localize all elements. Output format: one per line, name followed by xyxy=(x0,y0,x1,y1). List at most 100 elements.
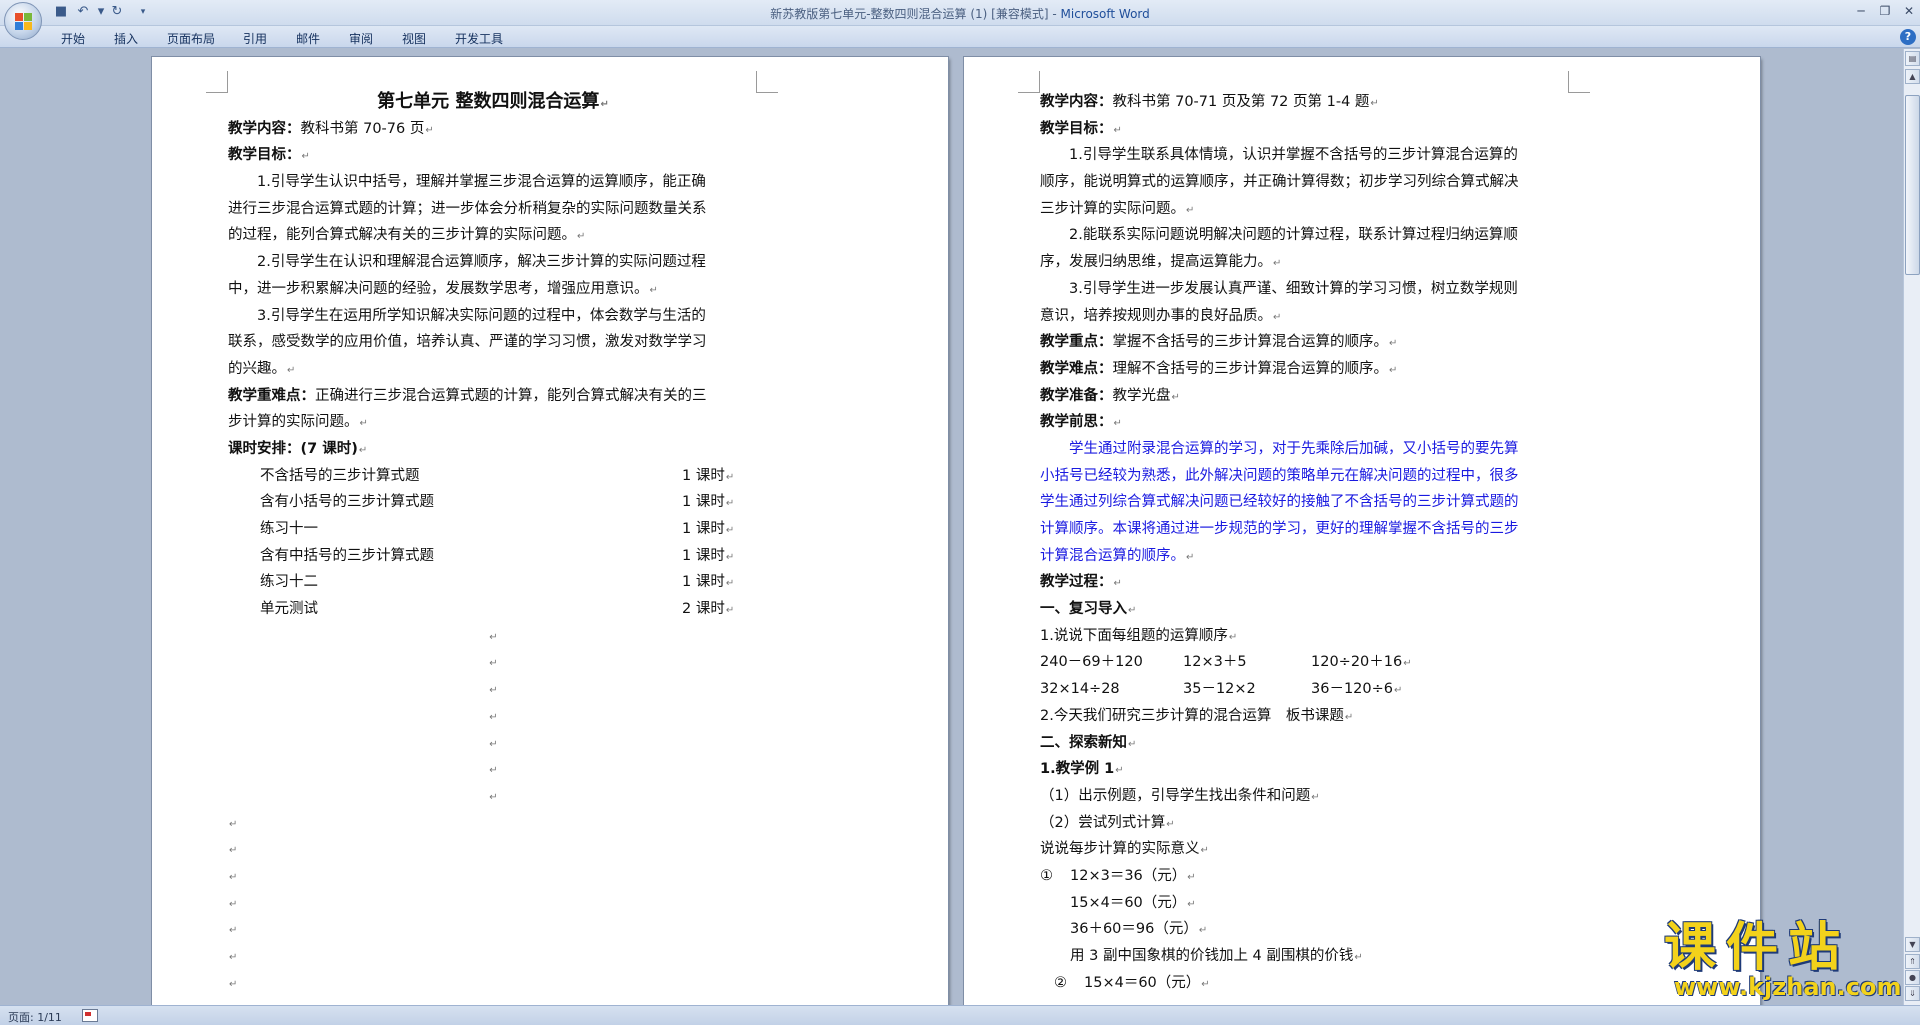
schedule-row: 不含括号的三步计算式题 1 课时↵ xyxy=(260,467,735,484)
hard-point: 教学难点：理解不含括号的三步计算混合运算的顺序。↵ xyxy=(1040,360,1398,377)
review-heading: 一、复习导入↵ xyxy=(1040,601,1137,618)
goals-heading: 教学目标：↵ xyxy=(228,147,310,164)
watermark-text: 课件站 xyxy=(1664,918,1851,978)
goal-line: 2.引导学生在认识和理解混合运算顺序，解决三步计算的实际问题过程 xyxy=(257,254,706,271)
office-logo-icon xyxy=(15,13,33,31)
restore-icon[interactable]: ❐ xyxy=(1872,3,1898,19)
difficulty-line: 教学重难点：正确进行三步混合运算式题的计算，能列合算式解决有关的三 xyxy=(228,387,707,404)
pre-thinking-line: 计算混合运算的顺序。↵ xyxy=(1040,547,1195,564)
exercise: 35－12×2 xyxy=(1183,681,1256,698)
pre-thinking-line: 学生通过附录混合运算的学习，对于先乘除后加碱，又小括号的要先算 xyxy=(1069,440,1519,457)
example-heading: 1.教学例 1↵ xyxy=(1040,761,1124,778)
scroll-up-icon[interactable]: ▲ xyxy=(1905,69,1920,84)
document-page-2[interactable]: 教学内容：教科书第 70-71 页及第 72 页第 1-4 题↵ 教学目标：↵ … xyxy=(964,57,1760,1005)
empty-paragraph: ↵ xyxy=(489,711,498,723)
schedule-heading: 课时安排：(7 课时)↵ xyxy=(228,440,368,457)
exercise-row: 32×14÷28 35－12×2 36－120÷6↵ xyxy=(1040,676,1570,703)
goal-line: 中，进一步积累解决问题的经验，发展数学思考，增强应用意识。↵ xyxy=(228,280,658,297)
tab-view[interactable]: 视图 xyxy=(402,30,426,47)
step: （1）出示例题，引导学生找出条件和问题↵ xyxy=(1040,787,1320,804)
goal-line: 1.引导学生联系具体情境，认识并掌握不含括号的三步计算混合运算的 xyxy=(1069,147,1518,164)
empty-paragraph: ↵ xyxy=(489,765,498,777)
tab-developer[interactable]: 开发工具 xyxy=(455,30,503,47)
tab-review[interactable]: 审阅 xyxy=(349,30,373,47)
empty-paragraph: ↵ xyxy=(229,845,238,857)
schedule-row: 含有中括号的三步计算式题 1 课时↵ xyxy=(260,547,735,564)
empty-paragraph: ↵ xyxy=(229,978,238,990)
goals-heading: 教学目标：↵ xyxy=(1040,120,1122,137)
difficulty-line: 步计算的实际问题。↵ xyxy=(228,414,368,431)
explore-heading: 二、探索新知↵ xyxy=(1040,734,1137,751)
exercise: 36－120÷6 xyxy=(1311,681,1394,698)
watermark-logo: 课件站 www.kjzhan.com xyxy=(1660,918,1910,1001)
teaching-content: 教学内容：教科书第 70-71 页及第 72 页第 1-4 题↵ xyxy=(1040,94,1379,110)
meaning-line: 说说每步计算的实际意义↵ xyxy=(1040,841,1209,858)
calc-line: ① 12×3＝36（元）↵ xyxy=(1040,867,1196,884)
schedule-row: 单元测试 2 课时↵ xyxy=(260,601,735,618)
empty-paragraph: ↵ xyxy=(489,791,498,803)
document-name: 新苏教版第七单元-整数四则混合运算 (1) [兼容模式] - xyxy=(770,7,1061,21)
ruler-toggle-icon[interactable]: ▤ xyxy=(1905,51,1920,66)
page-1-content: 第七单元 整数四则混合运算↵ 教学内容：教科书第 70-76 页↵ 教学目标：↵… xyxy=(228,89,758,996)
margin-marker xyxy=(206,71,228,93)
document-page-1[interactable]: 第七单元 整数四则混合运算↵ 教学内容：教科书第 70-76 页↵ 教学目标：↵… xyxy=(152,57,948,1005)
vertical-scrollbar[interactable]: ▤ ▲ ▼ ⇑ ● ⇓ xyxy=(1903,49,1920,1005)
exercise: 240－69＋120 xyxy=(1040,654,1143,671)
document-title: 第七单元 整数四则混合运算↵ xyxy=(377,91,609,112)
review-question: 2.今天我们研究三步计算的混合运算 板书课题↵ xyxy=(1040,707,1354,724)
status-bar: 页面: 1/11 xyxy=(0,1005,1920,1025)
empty-paragraph: ↵ xyxy=(229,952,238,963)
empty-paragraph: ↵ xyxy=(229,898,238,910)
pre-thinking-heading: 教学前思：↵ xyxy=(1040,414,1122,431)
page-2-content: 教学内容：教科书第 70-71 页及第 72 页第 1-4 题↵ 教学目标：↵ … xyxy=(1040,89,1570,996)
exercise: 12×3＋5 xyxy=(1183,654,1247,671)
calc-line: ② 15×4＝60（元）↵ xyxy=(1054,974,1210,991)
window-title: 新苏教版第七单元-整数四则混合运算 (1) [兼容模式] - Microsoft… xyxy=(0,5,1920,22)
tab-home[interactable]: 开始 xyxy=(61,30,85,47)
goal-line: 序，发展归纳思维，提高运算能力。↵ xyxy=(1040,254,1282,271)
step: （2）尝试列式计算↵ xyxy=(1040,814,1175,831)
document-area[interactable]: 第七单元 整数四则混合运算↵ 教学内容：教科书第 70-76 页↵ 教学目标：↵… xyxy=(0,49,1903,1005)
minimize-icon[interactable]: ─ xyxy=(1848,3,1874,19)
schedule-row: 练习十一 1 课时↵ xyxy=(260,521,735,537)
tab-page-layout[interactable]: 页面布局 xyxy=(167,30,215,47)
margin-marker xyxy=(756,71,778,93)
empty-paragraph: ↵ xyxy=(489,631,498,643)
margin-marker xyxy=(1568,71,1590,93)
office-button[interactable] xyxy=(4,2,42,40)
goal-line: 3.引导学生进一步发展认真严谨、细致计算的学习习惯，树立数学规则 xyxy=(1069,280,1518,297)
goal-line: 的过程，能列合算式解决有关的三步计算的实际问题。↵ xyxy=(228,227,586,244)
empty-paragraph: ↵ xyxy=(229,925,238,937)
goal-line: 3.引导学生在运用所学知识解决实际问题的过程中，体会数学与生活的 xyxy=(257,307,706,324)
goal-line: 进行三步混合运算式题的计算；进一步体会分析稍复杂的实际问题数量关系 xyxy=(228,200,707,217)
tab-references[interactable]: 引用 xyxy=(243,30,267,47)
scroll-thumb[interactable] xyxy=(1905,95,1920,275)
preparation: 教学准备：教学光盘↵ xyxy=(1040,387,1180,404)
empty-paragraph: ↵ xyxy=(489,738,498,750)
calc-line: 15×4＝60（元）↵ xyxy=(1070,894,1196,911)
ribbon-tab-bar: 开始 插入 页面布局 引用 邮件 审阅 视图 开发工具 ? xyxy=(0,26,1920,48)
close-icon[interactable]: ✕ xyxy=(1896,3,1920,19)
goal-line: 顺序，能说明算式的运算顺序，并正确计算得数；初步学习列综合算式解决 xyxy=(1040,174,1519,191)
proofing-status-icon[interactable] xyxy=(82,1009,98,1022)
margin-marker xyxy=(1018,71,1040,93)
empty-paragraph: ↵ xyxy=(229,818,238,830)
exercise: 32×14÷28 xyxy=(1040,681,1120,698)
app-name: Microsoft Word xyxy=(1060,7,1150,21)
goal-line: 1.引导学生认识中括号，理解并掌握三步混合运算的运算顺序，能正确 xyxy=(257,174,706,191)
goal-line: 联系，感受数学的应用价值，培养认真、严谨的学习习惯，激发对数学学习 xyxy=(228,334,707,351)
pre-thinking-line: 学生通过列综合算式解决问题已经较好的接触了不含括号的三步计算式题的 xyxy=(1040,494,1519,511)
title-bar: ■ ↶ ▾ ↻ ▾ 新苏教版第七单元-整数四则混合运算 (1) [兼容模式] -… xyxy=(0,0,1920,40)
schedule-row: 练习十二 1 课时↵ xyxy=(260,574,735,591)
exercise-row: 240－69＋120 12×3＋5 120÷20＋16↵ xyxy=(1040,649,1570,676)
tab-insert[interactable]: 插入 xyxy=(114,30,138,47)
page-count[interactable]: 页面: 1/11 xyxy=(8,1009,62,1025)
calc-line: 36＋60＝96（元）↵ xyxy=(1070,921,1208,938)
tab-mailings[interactable]: 邮件 xyxy=(296,30,320,47)
empty-paragraph: ↵ xyxy=(229,871,238,883)
help-icon[interactable]: ? xyxy=(1900,29,1916,45)
goal-line: 2.能联系实际问题说明解决问题的计算过程，联系计算过程归纳运算顺 xyxy=(1069,227,1518,244)
goal-line: 意识，培养按规则办事的良好品质。↵ xyxy=(1040,307,1282,324)
pre-thinking-line: 小括号已经较为熟悉，此外解决问题的策略单元在解决问题的过程中，很多 xyxy=(1040,467,1519,484)
key-point: 教学重点：掌握不含括号的三步计算混合运算的顺序。↵ xyxy=(1040,334,1398,351)
